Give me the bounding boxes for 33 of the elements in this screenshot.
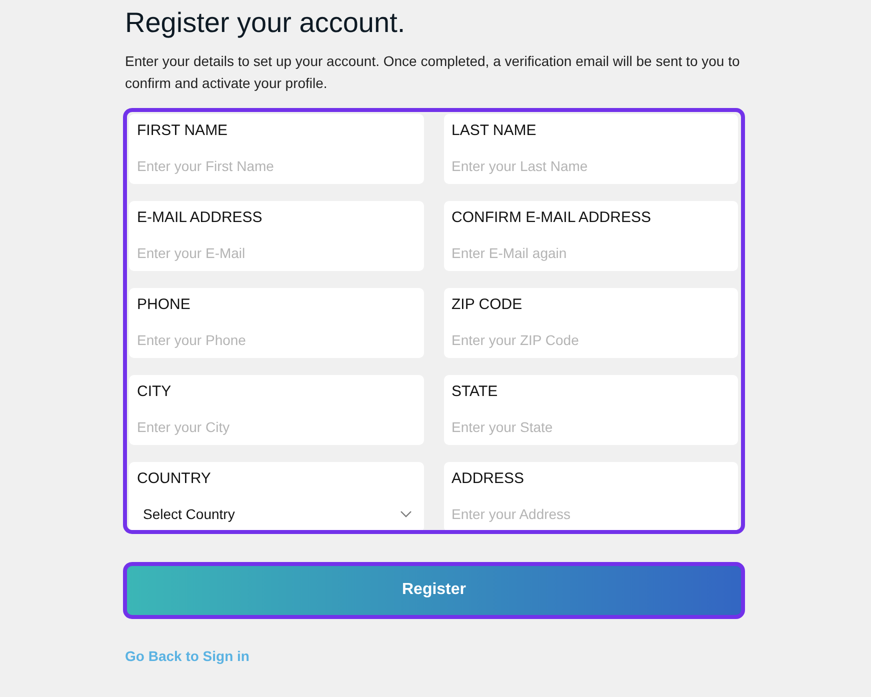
register-button[interactable]: Register: [123, 562, 745, 619]
field-label: STATE: [452, 382, 499, 402]
input-field[interactable]: Enter your Address: [452, 504, 730, 525]
text-field[interactable]: ADDRESS Enter your Address: [444, 462, 738, 530]
text-field[interactable]: E-MAIL ADDRESS Enter your E-Mail: [129, 200, 424, 271]
input-field[interactable]: Enter your City: [137, 416, 416, 438]
input-field[interactable]: Enter your State: [452, 416, 730, 438]
field-label: CONFIRM E-MAIL ADDRESS: [452, 208, 652, 228]
field-label: ZIP CODE: [452, 294, 524, 315]
text-field[interactable]: CITY Enter your City: [129, 374, 424, 445]
text-field[interactable]: ZIP CODE Enter your ZIP Code: [444, 288, 738, 358]
field-label: LAST NAME: [452, 120, 538, 141]
text-field[interactable]: STATE Enter your State: [444, 374, 738, 445]
field-label: COUNTRY: [137, 468, 212, 489]
text-field[interactable]: CONFIRM E-MAIL ADDRESS Enter E-Mail again: [444, 200, 738, 271]
chevron-down-icon: [400, 510, 412, 518]
input-field[interactable]: Enter E-Mail again: [452, 242, 730, 264]
input-field[interactable]: Enter your E-Mail: [137, 242, 416, 264]
field-label: ADDRESS: [452, 468, 526, 489]
field-label: FIRST NAME: [137, 120, 229, 141]
page-title: Register your account.: [125, 6, 406, 40]
text-field[interactable]: FIRST NAME Enter your First Name: [129, 114, 424, 184]
field-label: CITY: [137, 382, 172, 402]
text-field[interactable]: LAST NAME Enter your Last Name: [444, 114, 738, 184]
description: Enter your details to set up your account. Once completed, a verification email will be sent to you to confirm and activate your profile.: [125, 52, 741, 93]
field-label: E-MAIL ADDRESS: [137, 208, 264, 228]
country-select[interactable]: Select Country: [137, 502, 416, 526]
input-field[interactable]: Enter your First Name: [137, 156, 416, 177]
input-field[interactable]: Enter your Phone: [137, 330, 416, 351]
input-field[interactable]: Enter your ZIP Code: [452, 330, 730, 351]
input-field[interactable]: Enter your Last Name: [452, 156, 730, 177]
field-label: PHONE: [137, 294, 192, 315]
text-field[interactable]: PHONE Enter your Phone: [129, 288, 424, 358]
